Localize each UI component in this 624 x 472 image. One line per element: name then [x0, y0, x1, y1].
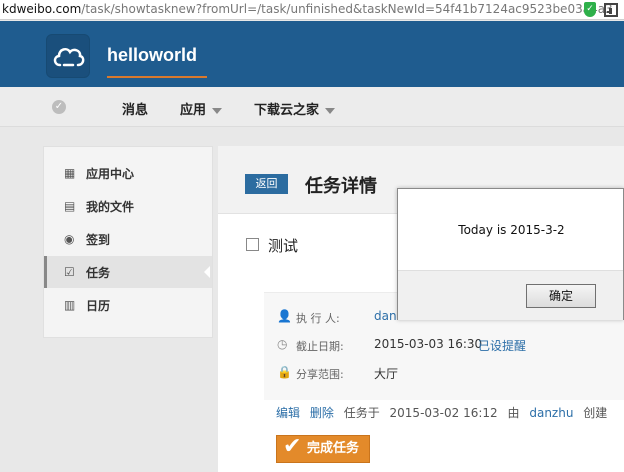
shield-icon[interactable]: ✓: [584, 2, 596, 17]
url-path: /task/showtasknew?fromUrl=/task/unfinish…: [81, 2, 613, 16]
location-icon: ◉: [64, 232, 75, 246]
assignee-label: 执 行 人:: [296, 312, 340, 325]
meta-text: 由: [507, 406, 520, 420]
complete-task-label: 完成任务: [307, 441, 360, 456]
dialog-footer: 确定: [398, 270, 623, 320]
creator-link[interactable]: danzhu: [529, 406, 573, 420]
file-icon: ▤: [64, 199, 76, 213]
task-icon: ☑: [64, 265, 75, 279]
created-time: 2015-03-02 16:12: [389, 406, 498, 420]
meta-text: 创建: [583, 406, 608, 420]
nav-label: 应用: [180, 103, 207, 118]
sidebar-item-label: 签到: [86, 233, 111, 247]
sidebar-item-label: 应用中心: [86, 167, 135, 181]
checkmark-icon: ✔: [283, 434, 302, 459]
page-title: 任务详情: [305, 176, 377, 197]
sidebar-item-checkin[interactable]: ◉ 签到: [44, 223, 212, 255]
nav-label: 消息: [122, 103, 149, 118]
nav-label: 下载云之家: [254, 103, 320, 118]
chevron-down-icon: [212, 107, 223, 114]
sidebar-item-app-center[interactable]: ▦ 应用中心: [44, 157, 212, 189]
complete-task-button[interactable]: ✔ 完成任务: [276, 434, 370, 463]
sidebar: ▦ 应用中心 ▤ 我的文件 ◉ 签到 ☑ 任务 ▥ 日历: [43, 146, 213, 338]
share-label: 分享范围:: [296, 368, 344, 381]
lock-icon: 🔒: [277, 365, 292, 379]
sidebar-item-my-files[interactable]: ▤ 我的文件: [44, 190, 212, 222]
qr-code-icon[interactable]: [604, 3, 618, 17]
ok-button[interactable]: 确定: [526, 284, 596, 308]
sidebar-item-label: 任务: [86, 266, 111, 280]
sidebar-item-label: 我的文件: [86, 200, 135, 214]
share-value: 大厅: [374, 367, 399, 381]
alert-message: Today is 2015-3-2: [458, 223, 565, 237]
chevron-down-icon: [325, 107, 336, 114]
meta-text: 任务于: [343, 406, 380, 420]
main-nav: ✓ 消息 应用 下载云之家: [0, 87, 624, 127]
user-icon: 👤: [277, 309, 292, 323]
apps-icon: ▦: [64, 166, 76, 180]
brand-underline: [107, 76, 207, 78]
back-button[interactable]: 返回: [245, 174, 288, 194]
active-pointer: [204, 266, 210, 278]
task-meta: 编辑 删除 任务于 2015-03-02 16:12 由 danzhu 创建: [276, 404, 613, 421]
url-text[interactable]: kdweibo.com/task/showtasknew?fromUrl=/ta…: [2, 2, 613, 16]
url-host: kdweibo.com: [2, 2, 82, 16]
sidebar-item-calendar[interactable]: ▥ 日历: [44, 289, 212, 321]
delete-link[interactable]: 删除: [310, 406, 334, 420]
nav-item-messages[interactable]: 消息: [122, 99, 148, 118]
sidebar-item-tasks[interactable]: ☑ 任务: [44, 256, 212, 288]
deadline-label: 截止日期:: [296, 340, 344, 353]
clock-icon: ◷: [277, 337, 288, 351]
sidebar-item-label: 日历: [86, 299, 111, 313]
share-row: 🔒 分享范围: 大厅: [264, 363, 624, 383]
brand-name[interactable]: helloworld: [107, 45, 197, 66]
deadline-value: 2015-03-03 16:30: [374, 337, 483, 351]
nav-item-apps[interactable]: 应用: [180, 99, 223, 118]
calendar-icon: ▥: [64, 298, 76, 312]
deadline-row: ◷ 截止日期: 2015-03-03 16:30 已设提醒: [264, 335, 624, 355]
address-bar[interactable]: kdweibo.com/task/showtasknew?fromUrl=/ta…: [0, 0, 624, 20]
reminder-link[interactable]: 已设提醒: [478, 337, 526, 354]
top-header: helloworld: [0, 21, 624, 87]
alert-dialog: Today is 2015-3-2 确定: [397, 188, 624, 320]
task-complete-checkbox[interactable]: [246, 238, 259, 251]
cloud-logo-icon[interactable]: [46, 34, 90, 78]
task-name: 测试: [268, 237, 299, 255]
nav-item-download[interactable]: 下载云之家: [254, 99, 336, 118]
edit-link[interactable]: 编辑: [276, 406, 300, 420]
status-check-icon[interactable]: ✓: [52, 100, 66, 114]
